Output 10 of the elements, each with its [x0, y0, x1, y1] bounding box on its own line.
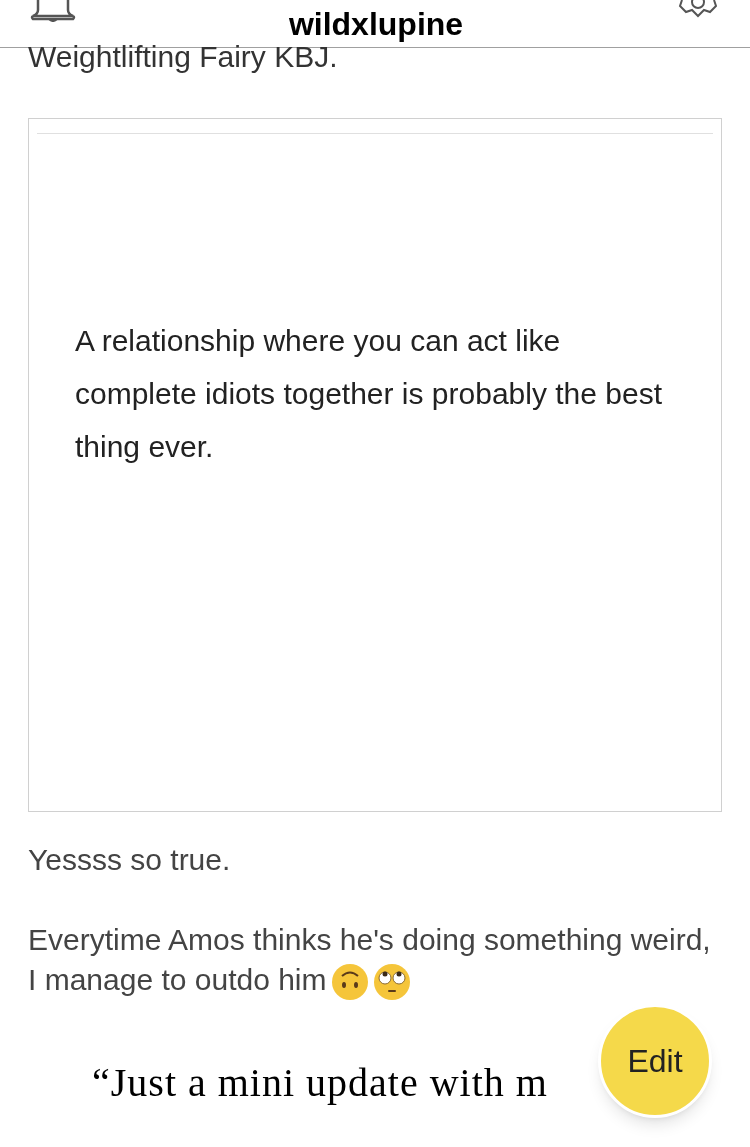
blog-title: wildxlupine: [288, 8, 464, 40]
post-heading: “Just a mini update with m: [91, 1063, 549, 1104]
bell-icon[interactable]: [30, 0, 76, 22]
post-text: Yessss so true.: [28, 842, 232, 878]
eye-roll-face-icon: [372, 963, 411, 1002]
post-text: Everytime Amos thinks he's doing something weird, I manage to outdo him: [28, 920, 722, 1002]
upside-down-face-icon: [330, 963, 369, 1002]
post-text: Weightlifting Fairy KBJ.: [28, 42, 338, 72]
quote-text: A relationship where you can act like complete idiots together is probably the best thing ever.: [75, 323, 663, 465]
edit-button[interactable]: Edit: [598, 1004, 712, 1118]
